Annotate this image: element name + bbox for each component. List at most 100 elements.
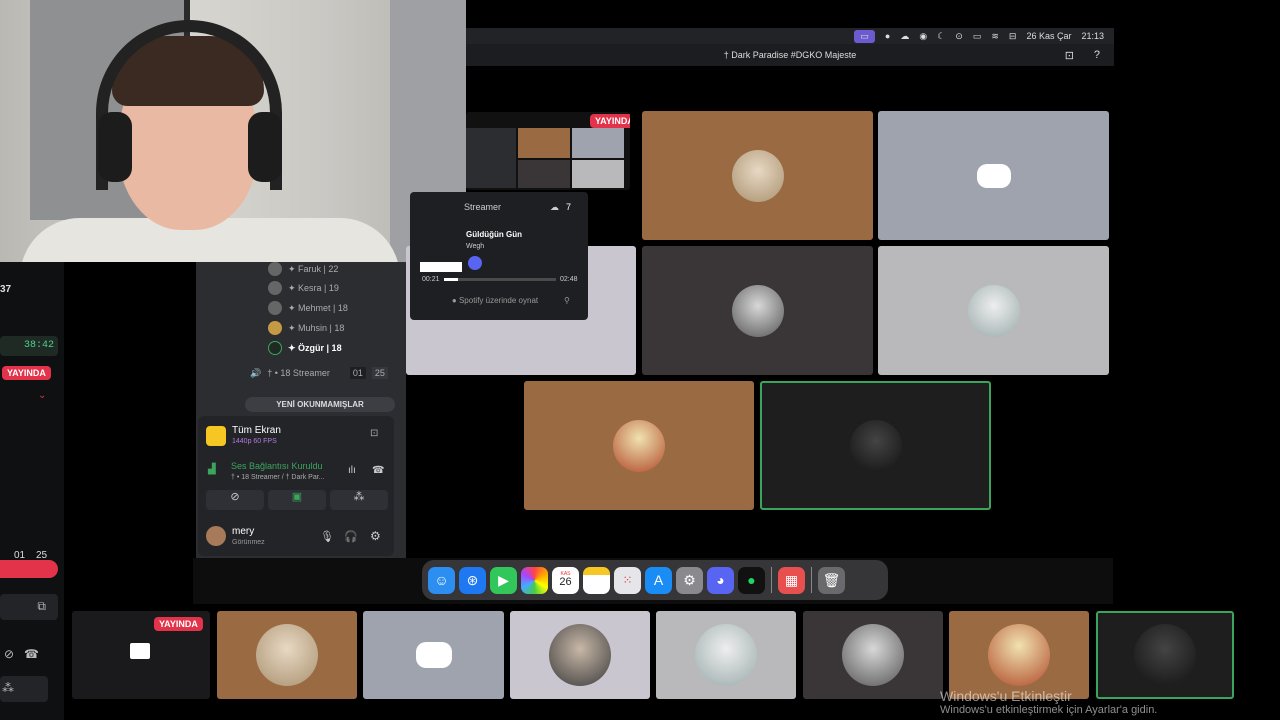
mini-tile-slate	[572, 128, 624, 158]
bottom-tile-discord[interactable]	[363, 611, 504, 699]
member-item[interactable]: ✦ Muhsin | 18	[268, 321, 344, 335]
window-title: † Dark Paradise #DGKO Majeste	[723, 50, 857, 60]
calendar-icon[interactable]: KAS 26	[552, 566, 579, 594]
member-item[interactable]: ✦ Faruk | 22	[268, 262, 338, 276]
voice-channel-name: † • 18 Streamer	[267, 368, 330, 378]
avatar	[268, 321, 282, 335]
dock-divider	[811, 567, 812, 593]
activities-button[interactable]: ⁂	[330, 490, 388, 510]
gear-icon[interactable]: ⚙	[370, 529, 381, 543]
spotify-channel: Streamer	[464, 202, 502, 212]
spotify-play-button[interactable]: ● Spotify üzerinde oynat	[430, 296, 560, 305]
discord-icon	[468, 256, 482, 270]
member-item[interactable]: ✦ Mehmet | 18	[268, 301, 348, 315]
progress-track[interactable]	[444, 278, 556, 281]
avatar	[268, 341, 282, 355]
menubar-app-icon[interactable]: ▭	[854, 29, 875, 43]
discord-icon[interactable]: ◕	[707, 566, 734, 594]
menubar-notification-icon[interactable]: ◉	[919, 31, 927, 42]
voice-count-a: 01	[349, 367, 366, 379]
screen-share-quality: 1440p 60 FPS	[232, 438, 277, 445]
video-tile-dark[interactable]	[642, 246, 873, 375]
voice-activity-icon[interactable]: ılı	[348, 465, 356, 476]
member-item[interactable]: ✦ Kesra | 19	[268, 281, 339, 295]
avatar[interactable]	[206, 526, 226, 546]
call-timer: 38:42	[0, 336, 58, 356]
end-stream-button[interactable]	[0, 560, 58, 578]
launchpad-icon[interactable]: ⁙	[614, 566, 641, 594]
screen-share-button[interactable]: ▣	[268, 490, 326, 510]
screen-share-toggle-icon[interactable]: ⊡	[370, 428, 378, 439]
facetime-icon[interactable]: ▶	[490, 566, 517, 594]
menubar-battery-icon[interactable]: ▭	[973, 31, 982, 42]
spotify-popup: Streamer ☁ 7 Güldüğün Gün Wegh 00:21 02:…	[410, 192, 588, 320]
activities-icon[interactable]: ⁂	[0, 676, 48, 702]
left-counter: 37	[0, 284, 12, 295]
dock-divider	[771, 567, 772, 593]
photos-icon[interactable]	[521, 566, 548, 594]
member-item[interactable]: ✦ Özgür | 18	[268, 341, 342, 355]
menubar-date[interactable]: 26 Kas Çar	[1026, 31, 1071, 41]
screensharing-icon[interactable]: ▦	[778, 566, 805, 594]
member-name: ✦ Mehmet | 18	[288, 302, 348, 313]
bottom-tile-person[interactable]	[510, 611, 650, 699]
screen-share-icon[interactable]: ⧉	[0, 594, 58, 620]
video-tile-cat[interactable]	[642, 111, 873, 240]
voice-channel[interactable]: 🔊 † • 18 Streamer 01 25	[250, 367, 388, 379]
headphones-icon[interactable]: 🎧	[344, 530, 358, 543]
microphone-icon[interactable]: 🎙	[320, 530, 334, 543]
avatar	[842, 624, 904, 686]
bottom-tile-speaking[interactable]	[1096, 611, 1234, 699]
menubar-record-icon[interactable]: ●	[885, 31, 890, 41]
mute-video-icon[interactable]: ⊘ ☎	[0, 642, 58, 668]
finder-icon[interactable]: ☺	[428, 566, 455, 594]
connection-status[interactable]: Ses Bağlantısı Kuruldu	[231, 461, 323, 471]
member-name: ✦ Faruk | 22	[288, 263, 339, 274]
bottom-tile-orange[interactable]	[949, 611, 1089, 699]
avatar	[613, 419, 665, 472]
avatar	[988, 624, 1050, 686]
left-discord-strip: 37 38:42 YAYINDA ⌄ 01 25 ⧉ ⊘ ☎ ⁂	[0, 262, 64, 720]
bottom-tile-stream[interactable]: YAYINDA	[72, 611, 210, 699]
menubar-moon-icon[interactable]: ☾	[937, 31, 945, 42]
mini-stream-preview[interactable]: YAYINDA	[466, 112, 630, 190]
activation-watermark: Windows'u Etkinleştir Windows'u etkinleş…	[940, 688, 1157, 716]
avatar	[967, 284, 1020, 337]
menubar-wifi-icon[interactable]: ≋	[991, 31, 999, 42]
mac-dock: ☺ ⊛ ▶ KAS 26 ⁙ A ⚙ ◕ ● ▦ 🗑	[422, 560, 888, 600]
video-tile-discord[interactable]	[878, 111, 1109, 240]
spotify-icon[interactable]: ●	[738, 566, 765, 594]
mini-tile-brown	[518, 128, 570, 158]
video-tile-light[interactable]	[878, 246, 1109, 375]
video-tile-speaking[interactable]	[760, 381, 991, 510]
spotify-icon: ●	[451, 296, 457, 305]
chevron-down-icon[interactable]: ⌄	[38, 390, 46, 401]
menubar-control-icon[interactable]: ⊟	[1009, 31, 1017, 42]
menubar-cloud-icon[interactable]: ☁	[900, 31, 909, 42]
menubar-time[interactable]: 21:13	[1081, 31, 1104, 41]
screen-icon	[130, 643, 150, 659]
bottom-tile-cat[interactable]	[217, 611, 357, 699]
safari-icon[interactable]: ⊛	[459, 566, 486, 594]
avatar	[731, 284, 784, 337]
disconnect-icon[interactable]: ☎	[372, 465, 384, 476]
help-icon[interactable]: ?	[1094, 49, 1100, 61]
bottom-tile-light[interactable]	[656, 611, 796, 699]
appstore-icon[interactable]: A	[645, 566, 672, 594]
elapsed-time: 00:21	[422, 276, 440, 283]
menubar-play-icon[interactable]: ⊙	[955, 31, 963, 42]
video-tile-orange[interactable]	[524, 381, 754, 510]
settings-icon[interactable]: ⚙	[676, 566, 703, 594]
avatar	[256, 624, 318, 686]
bottom-tile-dark[interactable]	[803, 611, 943, 699]
watermark-title: Windows'u Etkinleştir	[940, 688, 1072, 704]
headphone-left-cup	[98, 112, 132, 182]
notes-icon[interactable]	[583, 566, 610, 594]
avatar	[549, 624, 611, 686]
trash-icon[interactable]: 🗑	[818, 566, 845, 594]
add-user-icon[interactable]: ⚲	[564, 296, 570, 305]
camera-off-button[interactable]: ⊘	[206, 490, 264, 510]
unread-pill[interactable]: YENİ OKUNMAMIŞLAR	[245, 397, 395, 412]
inbox-icon[interactable]: ⊡	[1065, 49, 1074, 62]
username[interactable]: mery	[232, 526, 254, 537]
